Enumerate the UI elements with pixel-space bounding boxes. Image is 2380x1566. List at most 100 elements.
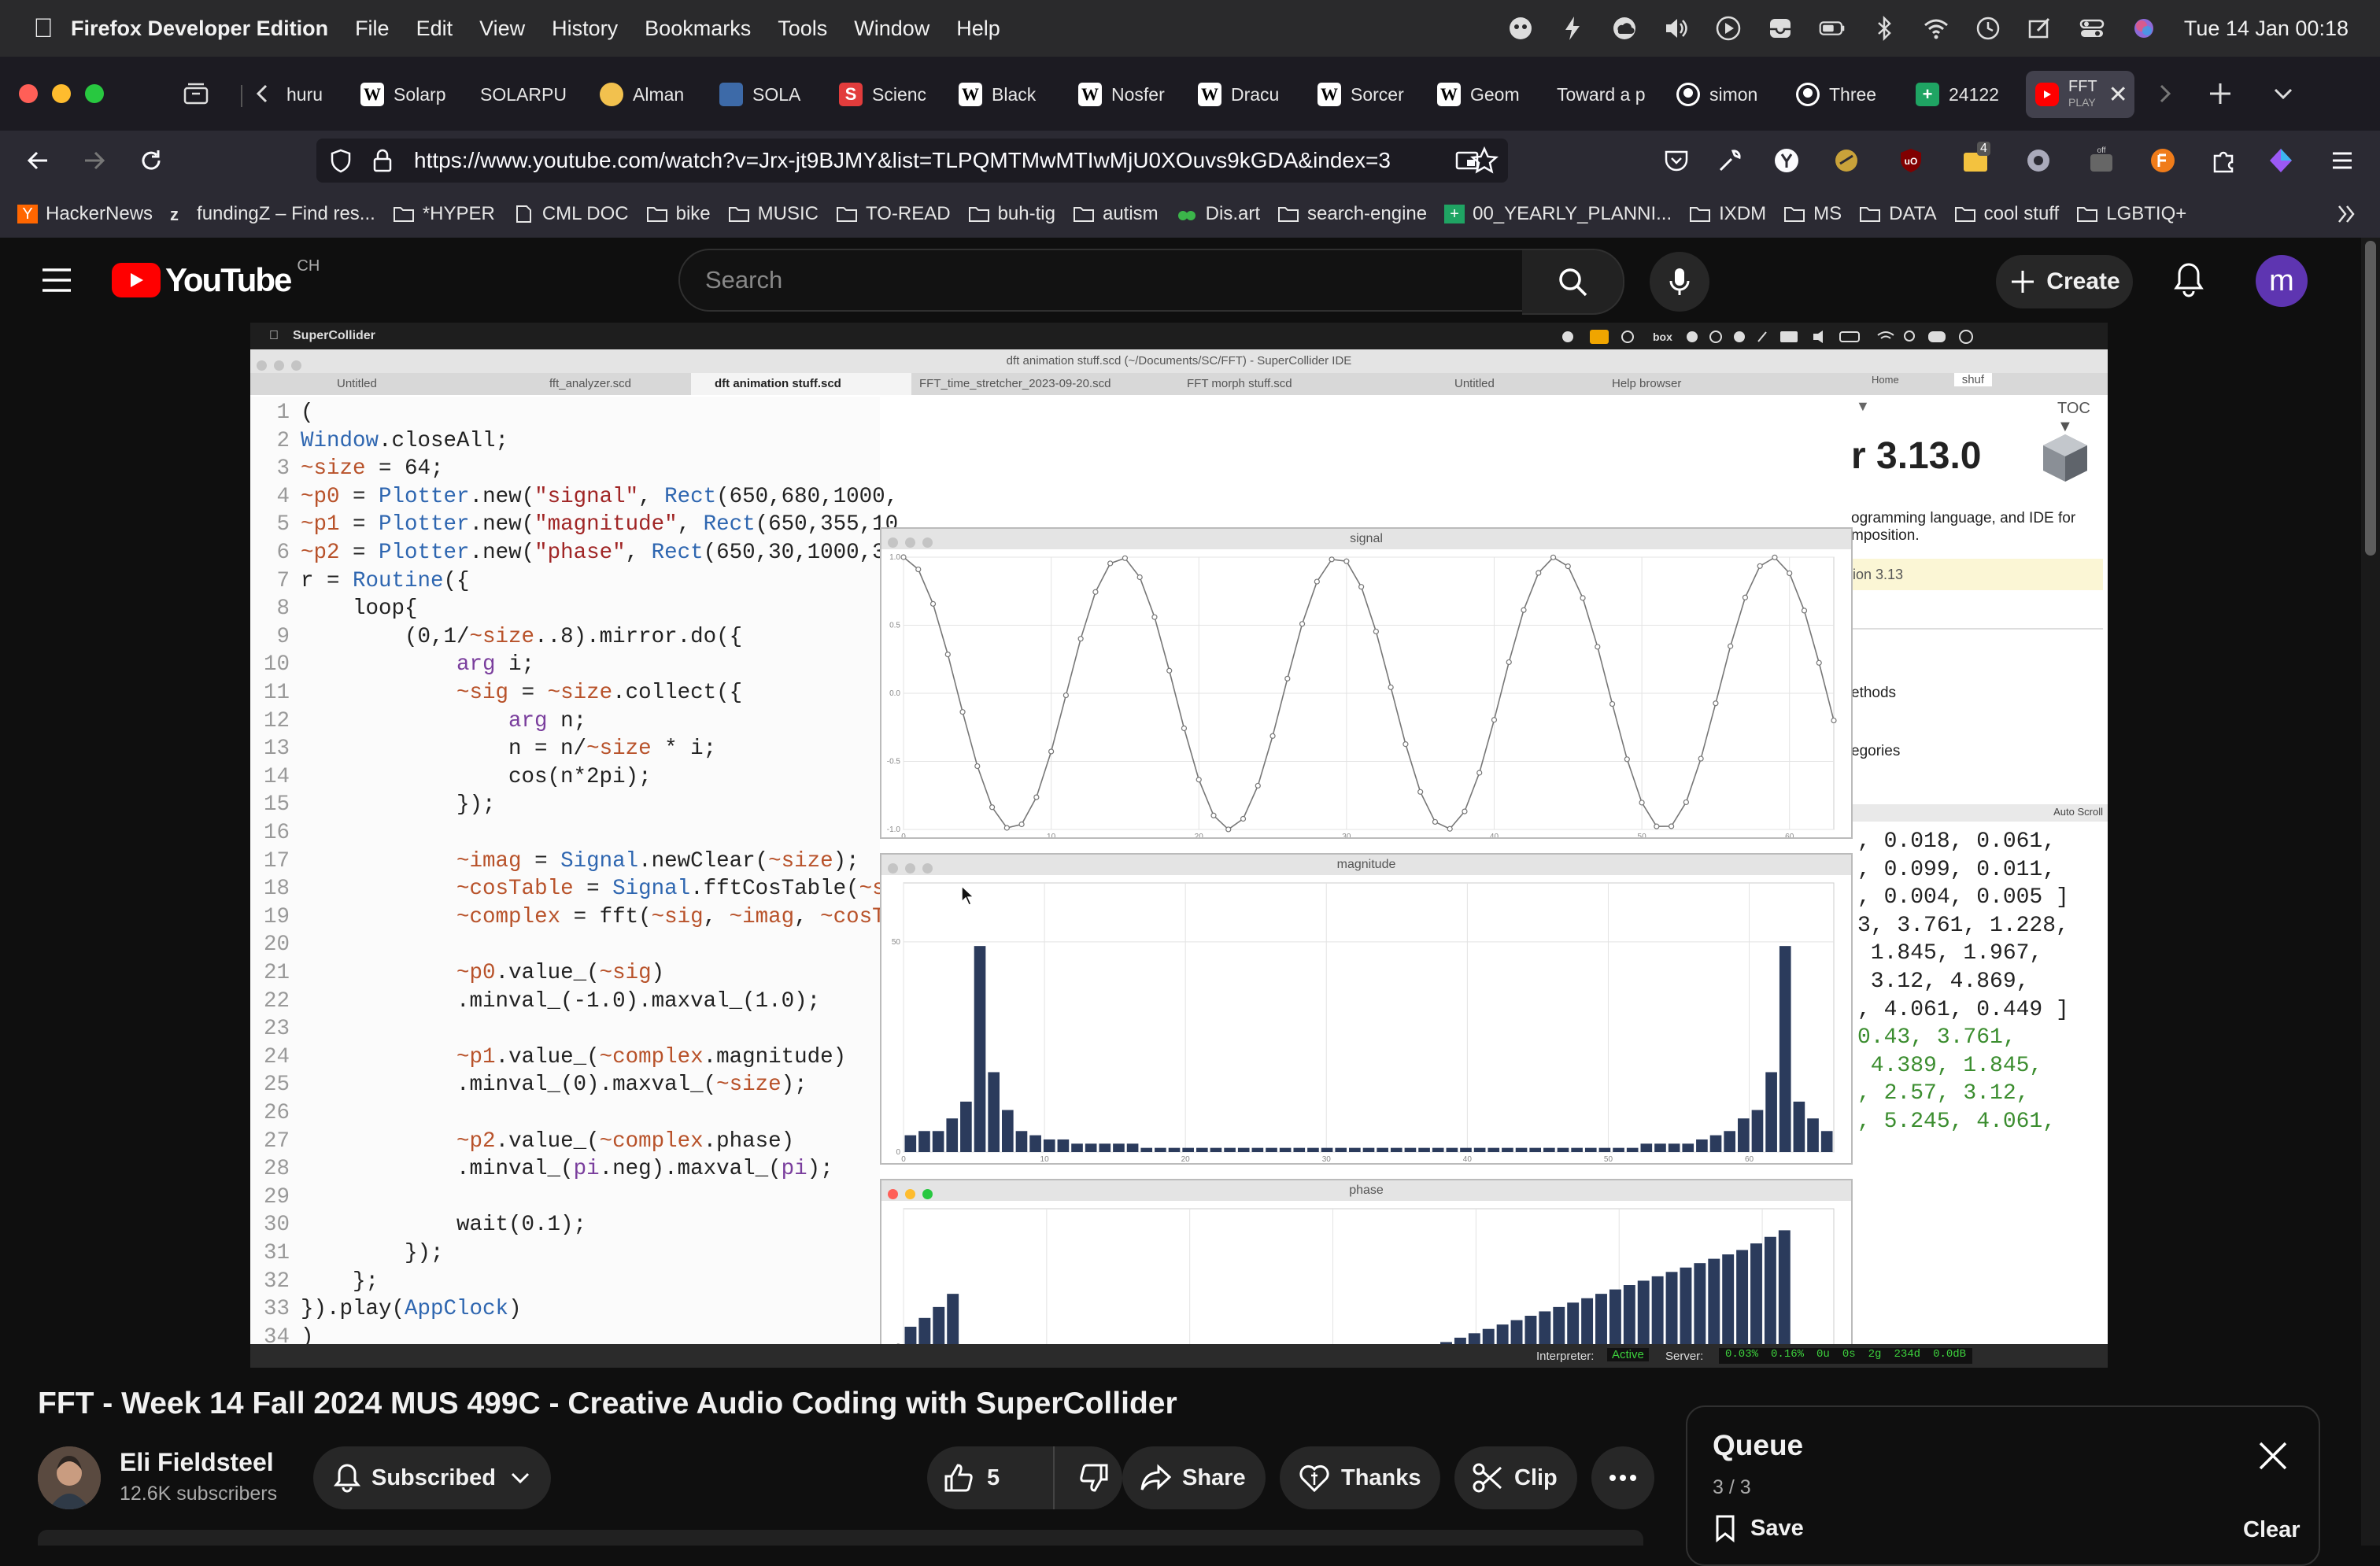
tab-10[interactable]: W Geom [1437, 71, 1527, 118]
ublock-icon[interactable]: uO [1897, 146, 1925, 175]
tab-overview-icon[interactable] [183, 82, 209, 105]
queue-save-button[interactable]: Save [1714, 1514, 1804, 1542]
battery-icon[interactable] [1819, 15, 1846, 42]
bookmark-yearly-planning[interactable]: +00_YEARLY_PLANNI... [1444, 203, 1672, 225]
menu-file[interactable]: File [355, 17, 390, 41]
play-status-icon[interactable] [1715, 15, 1742, 42]
pocket-icon[interactable] [1662, 146, 1691, 175]
page-scrollbar[interactable] [2361, 238, 2380, 1546]
tab-9[interactable]: W Sorcer [1318, 71, 1407, 118]
apple-menu-icon[interactable]:  [27, 13, 60, 44]
bookmark-ixdm[interactable]: IXDM [1689, 203, 1766, 225]
bluetooth-icon[interactable] [1871, 15, 1898, 42]
bookmark-hyper[interactable]: *HYPER [393, 203, 495, 225]
bookmark-lgbtiq[interactable]: LGBTIQ+ [2076, 203, 2186, 225]
bookmark-buh-tig[interactable]: buh-tig [968, 203, 1055, 225]
tab-0[interactable]: huru [286, 71, 334, 118]
bookmark-data[interactable]: DATA [1859, 203, 1937, 225]
tab-7[interactable]: W Nosfer [1078, 71, 1168, 118]
voice-search-button[interactable] [1650, 252, 1709, 312]
wifi-icon[interactable] [1923, 15, 1949, 42]
more-actions-button[interactable] [1591, 1446, 1654, 1509]
extension-off-icon[interactable]: off [2087, 146, 2116, 175]
window-zoom-button[interactable] [85, 84, 104, 103]
bookmark-hackernews[interactable]: Y HackerNews [17, 203, 153, 225]
bookmark-fundingz[interactable]: z fundingZ – Find res... [170, 203, 375, 225]
extensions-puzzle-icon[interactable] [2210, 146, 2238, 175]
like-button[interactable]: 5 [927, 1446, 1055, 1509]
tab-2[interactable]: SOLARPU [480, 71, 568, 118]
tab-close-icon[interactable]: ✕ [2108, 81, 2128, 109]
bookmark-to-read[interactable]: TO-READ [836, 203, 951, 225]
volume-icon[interactable] [1663, 15, 1690, 42]
tracking-shield-icon[interactable] [329, 148, 353, 173]
bookmark-cool-stuff[interactable]: cool stuff [1954, 203, 2059, 225]
tab-4[interactable]: SOLA [719, 71, 808, 118]
notifications-bell-icon[interactable] [2172, 261, 2205, 297]
bookmark-ms[interactable]: MS [1783, 203, 1842, 225]
share-button[interactable]: Share [1122, 1446, 1266, 1509]
bookmark-autism[interactable]: autism [1073, 203, 1159, 225]
create-button[interactable]: Create [1996, 255, 2133, 308]
menu-view[interactable]: View [479, 17, 525, 41]
search-input[interactable]: Search [678, 249, 1525, 312]
bookmark-bike[interactable]: bike [646, 203, 711, 225]
devtools-wrench-icon[interactable] [1716, 146, 1744, 175]
new-tab-icon[interactable] [2207, 80, 2234, 107]
extension-icon-2[interactable] [2024, 146, 2053, 175]
bookmark-dis-art[interactable]: Dis.art [1176, 203, 1260, 225]
close-icon[interactable] [2257, 1440, 2289, 1472]
tab-1[interactable]: W Solarp [360, 71, 452, 118]
channel-name[interactable]: Eli Fieldsteel [120, 1448, 274, 1477]
search-button[interactable] [1522, 249, 1624, 315]
tabs-scroll-left-icon[interactable] [253, 82, 272, 105]
bookmark-cml-doc[interactable]: CML DOC [512, 203, 629, 225]
queue-clear-button[interactable]: Clear [2243, 1517, 2301, 1543]
subscribed-button[interactable]: Subscribed [313, 1446, 551, 1509]
tab-12[interactable]: simon [1676, 71, 1766, 118]
tab-13[interactable]: Three [1796, 71, 1886, 118]
tab-active-youtube[interactable]: FFT PLAY ✕ [2026, 71, 2134, 118]
scrollbar-thumb[interactable] [2365, 241, 2376, 556]
forward-button[interactable] [76, 142, 113, 179]
extension-orange-icon[interactable] [2149, 146, 2177, 175]
menu-bookmarks[interactable]: Bookmarks [645, 17, 751, 41]
control-center-icon[interactable] [2079, 15, 2105, 42]
bookmarks-overflow-icon[interactable] [2334, 203, 2358, 225]
clip-button[interactable]: Clip [1454, 1446, 1577, 1509]
tab-14[interactable]: +24122 [1916, 71, 2005, 118]
menu-window[interactable]: Window [854, 17, 929, 41]
bookmark-search-engine[interactable]: search-engine [1277, 203, 1427, 225]
list-all-tabs-icon[interactable] [2271, 82, 2295, 105]
menu-help[interactable]: Help [956, 17, 1000, 41]
menu-history[interactable]: History [552, 17, 618, 41]
cloud-status-icon[interactable] [1611, 15, 1638, 42]
tab-8[interactable]: W Dracu [1198, 71, 1288, 118]
lightning-status-icon[interactable] [1559, 15, 1586, 42]
thanks-button[interactable]: Thanks [1280, 1446, 1440, 1509]
edit-status-icon[interactable] [2027, 15, 2053, 42]
time-machine-icon[interactable] [1975, 15, 2001, 42]
eyes-status-icon[interactable] [1507, 15, 1534, 42]
back-button[interactable] [19, 142, 57, 179]
tab-11[interactable]: Toward a p [1557, 71, 1646, 118]
youtube-logo[interactable]: YouTube CH [112, 257, 320, 299]
siri-icon[interactable] [2131, 15, 2157, 42]
extension-icon-1[interactable] [1832, 146, 1861, 175]
app-menu-icon[interactable] [2328, 146, 2356, 175]
ycombinator-extension-icon[interactable] [1772, 146, 1801, 175]
window-close-button[interactable] [19, 84, 38, 103]
dislike-button[interactable] [1055, 1446, 1110, 1509]
account-avatar[interactable]: m [2256, 255, 2308, 307]
menubar-clock[interactable]: Tue 14 Jan 00:18 [2184, 17, 2349, 41]
menu-edit[interactable]: Edit [416, 17, 453, 41]
extension-gem-icon[interactable] [2267, 146, 2295, 175]
menu-tools[interactable]: Tools [778, 17, 827, 41]
channel-avatar[interactable] [38, 1446, 101, 1509]
lock-icon[interactable] [371, 148, 394, 173]
video-player[interactable]:  SuperCollider box dft animation stuff.… [250, 323, 2108, 1368]
tabs-scroll-right-icon[interactable] [2155, 82, 2174, 105]
address-bar[interactable]: https://www.youtube.com/watch?v=Jrx-jt9B… [316, 139, 1508, 183]
inbox-status-icon[interactable] [1767, 15, 1794, 42]
badge-extension[interactable]: 4 [1961, 142, 1993, 176]
